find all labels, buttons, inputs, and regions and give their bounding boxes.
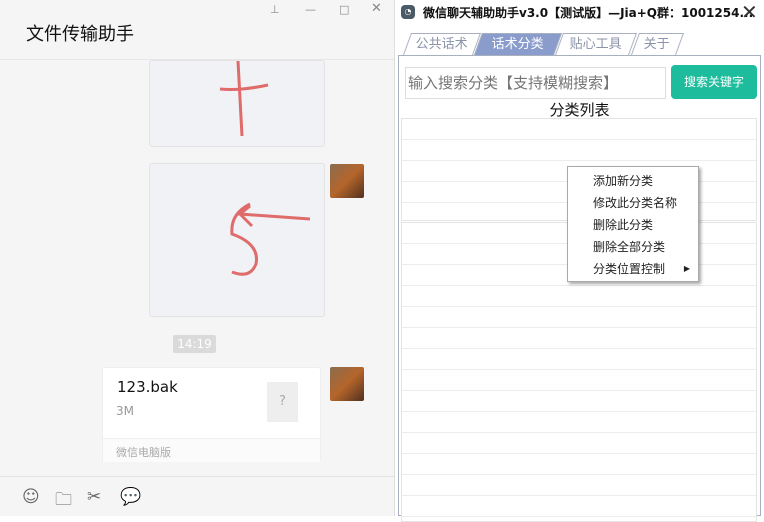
- file-size: 3M: [116, 404, 134, 418]
- tab-script-categories[interactable]: 话术分类: [473, 33, 563, 55]
- maximize-icon[interactable]: □: [339, 3, 349, 16]
- search-button[interactable]: 搜索关键字: [671, 65, 757, 99]
- file-source: 微信电脑版: [103, 438, 320, 462]
- chat-bubble-icon[interactable]: 💬: [120, 487, 141, 507]
- window-title: 微信聊天辅助助手v3.0【测试版】—Jia+Q群：1001254...: [423, 6, 754, 20]
- unknown-file-icon: ?: [267, 382, 298, 422]
- close-icon[interactable]: ✕: [741, 0, 758, 24]
- close-icon[interactable]: ✕: [371, 1, 382, 16]
- chat-title: 文件传输助手: [26, 24, 134, 45]
- folder-icon[interactable]: 🗀: [55, 487, 72, 516]
- menu-label: 修改此分类名称: [593, 196, 678, 210]
- timestamp: 14:19: [173, 335, 216, 353]
- tab-about[interactable]: 关于: [630, 33, 685, 55]
- list-title: 分类列表: [549, 101, 610, 119]
- tab-label: 关于: [644, 37, 671, 52]
- submenu-arrow-icon: ▶: [683, 264, 690, 273]
- menu-label: 删除此分类: [593, 218, 654, 232]
- app-logo-icon: ◔: [401, 5, 415, 19]
- tab-label: 公共话术: [415, 37, 468, 52]
- scissors-icon[interactable]: ✂: [87, 487, 101, 507]
- file-name: 123.bak: [117, 378, 178, 396]
- image-message[interactable]: [149, 163, 325, 317]
- search-input[interactable]: [405, 67, 666, 99]
- minimize-icon[interactable]: —: [305, 3, 316, 16]
- tab-label: 贴心工具: [569, 37, 622, 52]
- menu-label: 添加新分类: [593, 174, 654, 188]
- avatar[interactable]: [330, 164, 364, 198]
- tab-label: 话术分类: [491, 37, 544, 52]
- image-message[interactable]: [149, 60, 325, 147]
- context-menu: 添加新分类 修改此分类名称 删除此分类 删除全部分类 分类位置控制 ▶: [567, 166, 699, 282]
- tab-public-scripts[interactable]: 公共话术: [402, 33, 482, 55]
- menu-label: 分类位置控制: [593, 262, 666, 276]
- menu-item-position-control[interactable]: 分类位置控制 ▶: [568, 258, 698, 280]
- emoji-icon[interactable]: ☺: [22, 487, 40, 507]
- menu-item-add-category[interactable]: 添加新分类: [568, 170, 698, 192]
- menu-label: 删除全部分类: [593, 240, 666, 254]
- menu-item-delete-category[interactable]: 删除此分类: [568, 214, 698, 236]
- wechat-chat-window: 文件传输助手 ⊥ — □ ✕ 14:19 123.bak 3M ? 微信电脑版 …: [0, 0, 395, 516]
- menu-item-delete-all[interactable]: 删除全部分类: [568, 236, 698, 258]
- file-message[interactable]: 123.bak 3M ? 微信电脑版: [102, 367, 321, 462]
- pin-icon[interactable]: ⊥: [270, 3, 280, 16]
- chat-header: 文件传输助手 ⊥ — □ ✕: [0, 0, 394, 60]
- input-toolbar: ☺ 🗀 ✂ 💬: [0, 476, 394, 516]
- menu-item-rename-category[interactable]: 修改此分类名称: [568, 192, 698, 214]
- tab-tools[interactable]: 贴心工具: [554, 33, 638, 55]
- avatar[interactable]: [330, 367, 364, 401]
